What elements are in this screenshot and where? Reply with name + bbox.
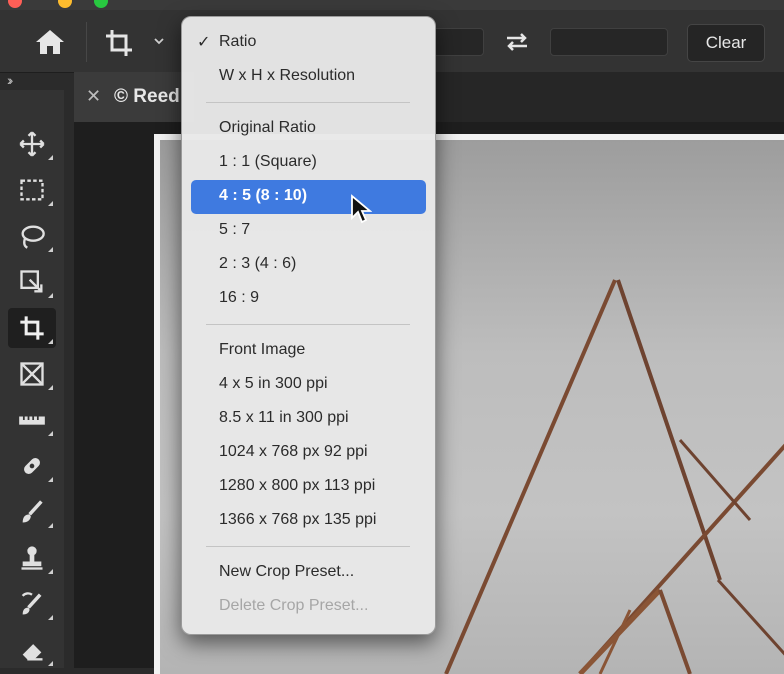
checkmark-icon: ✓: [197, 34, 211, 51]
menu-separator: [206, 102, 410, 103]
clone-stamp-icon: [21, 546, 43, 570]
brush-icon: [22, 500, 43, 523]
menu-item[interactable]: 16 : 9: [219, 289, 259, 307]
preset-dropdown-toggle[interactable]: [152, 34, 166, 48]
menu-item[interactable]: 8.5 x 11 in 300 ppi: [219, 409, 349, 427]
minimize-window-button[interactable]: [58, 0, 72, 8]
crop-preset-menu: ✓ Ratio W x H x Resolution Original Ratio 1 …: [181, 16, 436, 635]
tool-move[interactable]: [8, 124, 56, 164]
crop-icon: [106, 30, 132, 56]
tool-group-indicator: [48, 247, 53, 252]
tool-object-selection[interactable]: [8, 262, 56, 302]
crop-icon: [20, 316, 44, 340]
clear-button[interactable]: Clear: [687, 24, 765, 62]
tool-eraser[interactable]: [8, 630, 56, 670]
home-button[interactable]: [28, 26, 72, 58]
object-selection-icon: [20, 270, 43, 293]
menu-separator: [206, 546, 410, 547]
height-field[interactable]: [550, 28, 668, 56]
tool-group-indicator: [48, 661, 53, 666]
tool-group-indicator: [48, 615, 53, 620]
menu-item[interactable]: 1024 x 768 px 92 ppi: [219, 443, 368, 461]
healing-brush-icon: [24, 458, 40, 474]
rectangular-marquee-icon: [20, 179, 44, 201]
chevron-down-icon: [154, 38, 164, 45]
eraser-icon: [22, 644, 43, 661]
window-title-bar: [0, 0, 784, 10]
menu-item[interactable]: 5 : 7: [219, 221, 250, 239]
tool-rectangular-marquee[interactable]: [8, 170, 56, 210]
tool-group-indicator: [48, 477, 53, 482]
tool-group-indicator: [48, 523, 53, 528]
toolbar-divider: [86, 22, 87, 62]
tool-frame[interactable]: [8, 354, 56, 394]
tool-group-indicator: [48, 201, 53, 206]
tool-clone-stamp[interactable]: [8, 538, 56, 578]
menu-item[interactable]: 1 : 1 (Square): [219, 153, 317, 171]
swap-dimensions-button[interactable]: [503, 28, 531, 56]
close-window-button[interactable]: [8, 0, 22, 8]
menu-item[interactable]: Ratio: [219, 33, 256, 51]
tool-ruler[interactable]: [8, 400, 56, 440]
tool-brush[interactable]: [8, 492, 56, 532]
lasso-icon: [21, 225, 45, 249]
menu-item[interactable]: Original Ratio: [219, 119, 316, 137]
history-brush-icon: [21, 592, 42, 615]
menu-item[interactable]: New Crop Preset...: [219, 563, 354, 581]
menu-item[interactable]: 1366 x 768 px 135 ppi: [219, 511, 376, 529]
tool-group-indicator: [48, 293, 53, 298]
menu-item[interactable]: 1280 x 800 px 113 ppi: [219, 477, 375, 495]
tool-crop[interactable]: [8, 308, 56, 348]
menu-item-selected[interactable]: 4 : 5 (8 : 10): [219, 187, 307, 205]
tool-group-indicator: [48, 155, 53, 160]
tool-healing-brush[interactable]: [8, 446, 56, 486]
document-tab-title: © Reed: [114, 86, 180, 107]
frame-icon: [20, 362, 44, 386]
swap-arrows-icon: [507, 33, 527, 51]
menu-item[interactable]: 2 : 3 (4 : 6): [219, 255, 296, 273]
tool-group-indicator: [48, 569, 53, 574]
menu-item[interactable]: W x H x Resolution: [219, 67, 355, 85]
move-icon: [19, 131, 45, 157]
tool-group-indicator: [48, 339, 53, 344]
menu-item: Delete Crop Preset...: [219, 597, 369, 614]
close-tab-icon[interactable]: ✕: [86, 86, 101, 107]
tool-preset-picker[interactable]: [104, 28, 134, 58]
zoom-window-button[interactable]: [94, 0, 108, 8]
tool-history-brush[interactable]: [8, 584, 56, 624]
width-field[interactable]: [430, 28, 484, 56]
tools-panel: [0, 90, 64, 668]
mouse-cursor-icon: [350, 194, 373, 231]
tool-lasso[interactable]: [8, 216, 56, 256]
menu-separator: [206, 324, 410, 325]
menu-item[interactable]: 4 x 5 in 300 ppi: [219, 375, 328, 393]
tool-group-indicator: [48, 385, 53, 390]
ruler-icon: [19, 416, 45, 425]
document-tab[interactable]: ✕ © Reed: [74, 72, 194, 122]
menu-item[interactable]: Front Image: [219, 341, 305, 359]
tool-group-indicator: [48, 431, 53, 436]
panel-expand-icon[interactable]: ››: [7, 72, 14, 88]
home-icon: [36, 30, 64, 54]
